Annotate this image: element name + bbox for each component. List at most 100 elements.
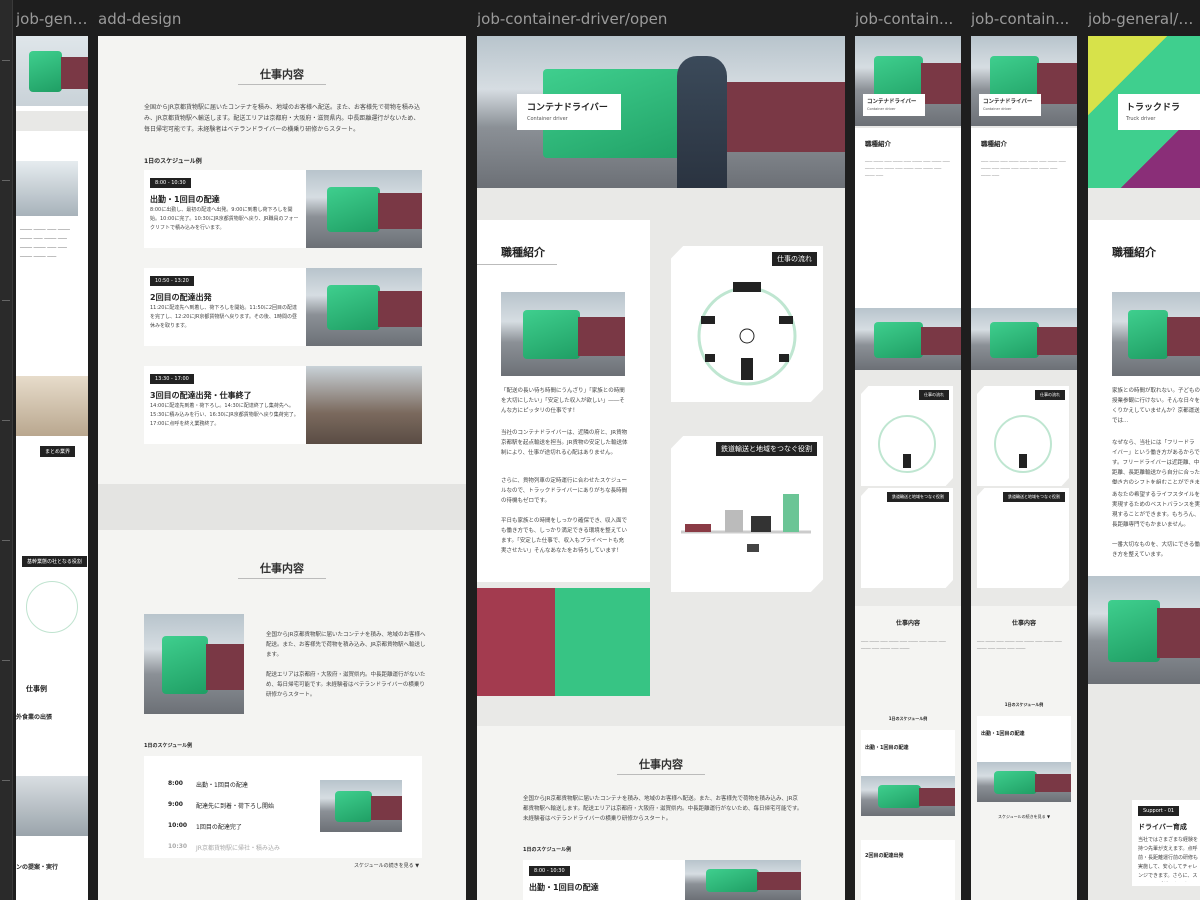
work-flow-card: 仕事の流れ [861, 386, 953, 486]
hero-title-box: コンテナドライバー Container driver [979, 94, 1041, 116]
timeline-card: 8:00 出勤・1回目の配達 9:00 配達先に到着・荷下ろし開始 10:00 … [144, 756, 422, 858]
hero-title-box: コンテナドライバー Container driver [517, 94, 621, 130]
intro-text-2b: 配送エリアは京都府・大阪府・滋賀県内。中長距離運行がないため、毎日帰宅可能です。… [266, 672, 426, 698]
timeline-label: JR京都貨物駅に帰社・積み込み [196, 845, 280, 852]
rail-role-card: 鉄道輸送と地域をつなぐ役割 [671, 436, 823, 592]
card-photo [306, 268, 422, 346]
frame-label-container-driver-open[interactable]: job-container-driver/open [477, 10, 837, 28]
job-intro-title: 職種紹介 [501, 246, 545, 259]
partial-heading-4: 外食業の出張 [16, 714, 53, 721]
intro-text-2a: 全国からJR京都貨物駅に届いたコンテナを積み、地域のお客様へ配送。また、お客様先… [266, 632, 426, 658]
photo-meeting [16, 161, 78, 216]
job-intro-card: 職種紹介 家族との時間が取れない。子どもの授業参観に行けない。そんな日々をくりか… [1088, 220, 1200, 576]
photo-office [16, 376, 88, 436]
rail-role-card: 鉄道輸送と地域をつなぐ役割 [977, 488, 1069, 588]
job-intro-text: ─── ──── ─── ──── ─── ──── ─── ──── ─── … [865, 159, 950, 178]
work-section: 仕事内容 ─── ──── ─── ──── ─── ──── ─── ────… [971, 606, 1077, 900]
rail-role-card: 鉄道輸送と地域をつなぐ役割 [861, 488, 953, 588]
job-intro-p3: さらに、貨物列車の定時運行に合わせたスケジュールなので、トラックドライバーにあり… [501, 478, 628, 504]
timeline-time: 10:30 [168, 843, 188, 850]
title-underline-2 [238, 578, 326, 579]
frame-container-driver[interactable]: コンテナドライバー Container driver 職種紹介 「配送の長い待ち… [477, 36, 845, 900]
work-flow-card: 仕事の流れ [977, 386, 1069, 486]
photo-desk [16, 776, 88, 836]
hero-subtitle: Container driver [527, 116, 568, 122]
job-intro-title: 職種紹介 [981, 140, 1007, 148]
timeline-time: 8:00 [168, 780, 183, 787]
schedule-card[interactable]: 8:00 - 10:30 出勤・1回目の配達 [523, 860, 801, 900]
show-more-schedule-link[interactable]: スケジュールの続きを見る ▼ [354, 862, 419, 869]
card-photo [861, 776, 955, 816]
hero-title-box: トラックドラ Truck driver [1118, 94, 1200, 130]
timeline-label: 1回目の配達完了 [196, 824, 242, 831]
title-underline [238, 84, 326, 85]
work-section: 仕事内容 ─── ──── ─── ──── ─── ──── ─── ────… [855, 606, 961, 900]
schedule-card[interactable]: 10:50 - 13:20 2回目の配達出発 11:20に配達先へ到着し、荷下ろ… [144, 268, 422, 346]
section-title-2: 仕事内容 [260, 562, 304, 575]
job-photo [855, 308, 961, 370]
title-underline [617, 774, 705, 775]
partial-tag-1: まとめ業界 [40, 446, 76, 457]
work-text: ─── ──── ─── ──── ─── ──── ─── ──── ─── … [861, 639, 946, 651]
card-title: 2回目の配達出発 [865, 853, 904, 859]
job-intro-text: ─── ──── ─── ──── ─── ──── ─── ──── ─── … [981, 159, 1066, 178]
work-title: 仕事内容 [1011, 620, 1036, 627]
schedule-heading: 1日のスケジュール例 [888, 716, 928, 721]
intro-text: 全国からJR京都貨物駅に届いたコンテナを積み、地域のお客様へ配送。また、お客様先… [144, 104, 420, 133]
schedule-card[interactable]: 出勤・1回目の配達 [861, 730, 955, 816]
schedule-card[interactable]: 2回目の配達出発 [861, 840, 955, 900]
support-body: 当社ではさまざまな経験を持つ先輩が支えます。点呼前・長距離運行前の研修も実施して… [1138, 837, 1199, 879]
card-photo [685, 860, 801, 900]
band [16, 111, 88, 131]
job-intro-p4: 平日も家族との時間をしっかり確保でき、収入面でも働き方でも、しっかり満足できる環… [501, 518, 628, 554]
frame-add-design[interactable]: 仕事内容 全国からJR京都貨物駅に届いたコンテナを積み、地域のお客様へ配送。また… [98, 36, 466, 900]
hero-title: コンテナドライバー [527, 103, 608, 113]
time-badge: 8:00 - 10:30 [150, 178, 191, 188]
schedule-heading: 1日のスケジュール例 [144, 158, 202, 165]
driver-figure [677, 56, 727, 188]
frame-container-narrow-2[interactable]: コンテナドライバー Container driver 職種紹介 ─── ────… [971, 36, 1077, 900]
time-badge: 10:50 - 13:20 [150, 276, 194, 286]
job-intro-title: 職種紹介 [865, 140, 891, 148]
frame-label-add-design[interactable]: add-design [98, 10, 458, 28]
work-text: ─── ──── ─── ──── ─── ──── ─── ──── ─── … [977, 639, 1062, 651]
frame-label-job-general[interactable]: job-general/... [16, 10, 88, 28]
job-photo [971, 308, 1077, 370]
card-body: 14:00に配達先到着・荷下ろし。14:30に配達終了し集荷先へ。15:30に積… [150, 403, 299, 427]
general-p3: あなたの希望するライフスタイルを実現するためのベストバランスを実現することができ… [1112, 492, 1200, 528]
timeline-label: 配達先に到着・荷下ろし開始 [196, 803, 275, 810]
job-intro-photo [1112, 292, 1200, 376]
vertical-ruler [0, 0, 13, 900]
frame-container-narrow-1[interactable]: コンテナドライバー Container driver 職種紹介 ─── ────… [855, 36, 961, 900]
show-more-schedule-link[interactable]: スケジュールの続きを見る ▼ [971, 814, 1077, 820]
photo-staff [16, 36, 88, 106]
frame-label-container-narrow-2[interactable]: job-contain... [971, 10, 1073, 28]
timeline-time: 9:00 [168, 801, 183, 808]
schedule-card[interactable]: 8:00 - 10:30 出勤・1回目の配達 8:00に出勤し、最初の配達へ出発… [144, 170, 422, 248]
job-intro-card: 職種紹介 「配送の長い待ち時間にうんざり」「家族との時間を大切にしたい」「安定し… [477, 220, 650, 582]
card-title: 出勤・1回目の配達 [981, 731, 1025, 737]
frame-label-job-general-open[interactable]: job-general/open [1088, 10, 1200, 28]
schedule-card[interactable]: 出勤・1回目の配達 [977, 716, 1071, 802]
work-section: 仕事内容 全国からJR京都貨物駅に届いたコンテナを積み、地域のお客様へ配送。また… [477, 726, 845, 900]
partial-tag-2: 基幹業態の社となる役割 [22, 556, 87, 567]
work-title: 仕事内容 [639, 758, 683, 771]
rail-role-diagram [681, 494, 811, 552]
card-body: 11:20に配達先へ到着し、荷下ろしを開始。11:50に2回目の配達を完了し、1… [150, 305, 298, 329]
timeline-label: 出勤・1回目の配達 [196, 782, 248, 789]
hero-title: コンテナドライバー [983, 99, 1033, 105]
job-intro-title: 職種紹介 [1112, 246, 1156, 259]
work-body: 全国からJR京都貨物駅に届いたコンテナを積み、地域のお客様へ配送。また、お客様先… [523, 796, 803, 822]
general-p4: 一番大切なものを、大切にできる働き方を整えています。 [1112, 542, 1200, 558]
frame-job-general-partial[interactable]: ──── ──── ─── ──── ──── ─── ──── ─── ───… [16, 36, 88, 900]
schedule-card[interactable]: 13:30 - 17:00 3回目の配達出発・仕事終了 14:00に配達先到着・… [144, 366, 422, 444]
work-flow-diagram [697, 282, 797, 386]
job-intro-photo [501, 292, 625, 376]
work-flow-diagram [994, 415, 1052, 473]
general-p1: 家族との時間が取れない。子どもの授業参観に行けない。そんな日々をくりかえしていま… [1112, 388, 1200, 424]
work-flow-diagram [878, 415, 936, 473]
timeline-photo [320, 780, 402, 832]
card-body: 8:00に出勤し、最初の配達へ出発。9:00に到着し荷下ろしを開始。10:00に… [150, 207, 299, 231]
frame-job-general-open[interactable]: トラックドラ Truck driver 職種紹介 家族との時間が取れない。子ども… [1088, 36, 1200, 900]
frame-label-container-narrow-1[interactable]: job-contain... [855, 10, 957, 28]
